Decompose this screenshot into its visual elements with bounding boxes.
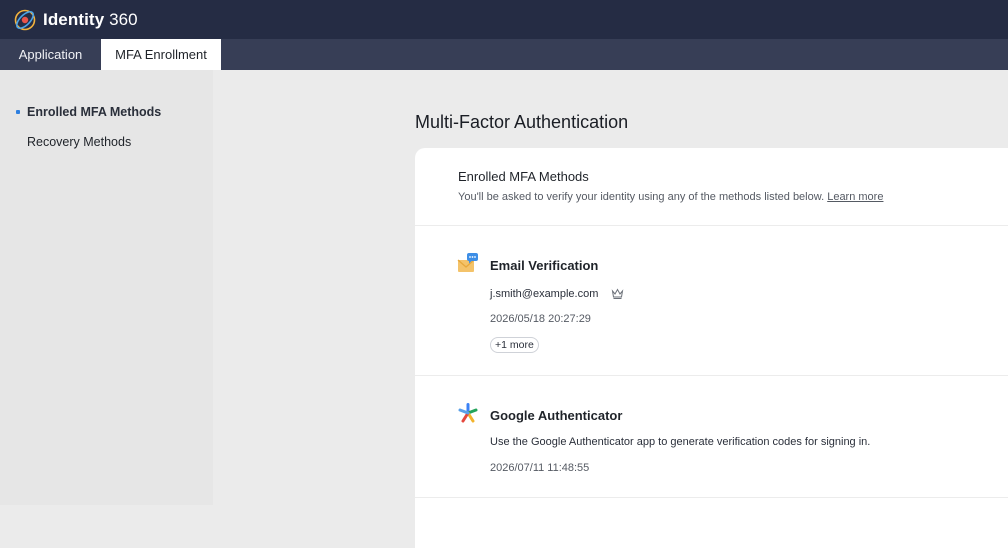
app-logo[interactable]: Identity 360 <box>13 8 138 32</box>
method-email-row: j.smith@example.com <box>490 287 624 300</box>
crown-icon <box>612 288 624 299</box>
page-title: Multi-Factor Authentication <box>415 112 629 132</box>
card-subtitle: You'll be asked to verify your identity … <box>458 191 1008 203</box>
app-name: Identity 360 <box>43 10 138 30</box>
card-heading: Enrolled MFA Methods <box>458 169 589 184</box>
learn-more-link[interactable]: Learn more <box>827 191 883 203</box>
top-bar: Identity 360 <box>0 0 1008 39</box>
app-name-bold: Identity <box>43 9 105 29</box>
method-email-verification[interactable]: Email Verification j.smith@example.com 2… <box>415 226 1008 376</box>
enrolled-methods-card: Enrolled MFA Methods You'll be asked to … <box>415 148 1008 548</box>
google-authenticator-icon <box>458 403 478 423</box>
sidebar-item-enrolled-mfa-methods[interactable]: Enrolled MFA Methods <box>0 97 213 127</box>
tab-mfa-enrollment[interactable]: MFA Enrollment <box>101 39 221 70</box>
main-content: Multi-Factor Authentication Enrolled MFA… <box>213 70 1008 548</box>
method-description: Use the Google Authenticator app to gene… <box>490 436 871 448</box>
method-title: Google Authenticator <box>490 408 623 423</box>
method-timestamp: 2026/07/11 11:48:55 <box>490 462 590 474</box>
more-badge[interactable]: +1 more <box>490 337 539 353</box>
card-header: Enrolled MFA Methods You'll be asked to … <box>415 148 1008 226</box>
tab-bar: Application MFA Enrollment <box>0 39 1008 70</box>
sidebar: Enrolled MFA Methods Recovery Methods <box>0 70 213 505</box>
method-timestamp: 2026/05/18 20:27:29 <box>490 313 591 325</box>
identity-logo-icon <box>14 9 36 30</box>
card-subtitle-text: You'll be asked to verify your identity … <box>458 191 825 203</box>
method-email-address: j.smith@example.com <box>490 287 599 300</box>
app-name-light: 360 <box>104 9 138 29</box>
email-icon <box>457 253 478 272</box>
method-title: Email Verification <box>490 258 599 273</box>
tab-application[interactable]: Application <box>0 39 101 70</box>
sidebar-item-recovery-methods[interactable]: Recovery Methods <box>0 127 213 157</box>
method-google-authenticator[interactable]: Google Authenticator Use the Google Auth… <box>415 376 1008 498</box>
